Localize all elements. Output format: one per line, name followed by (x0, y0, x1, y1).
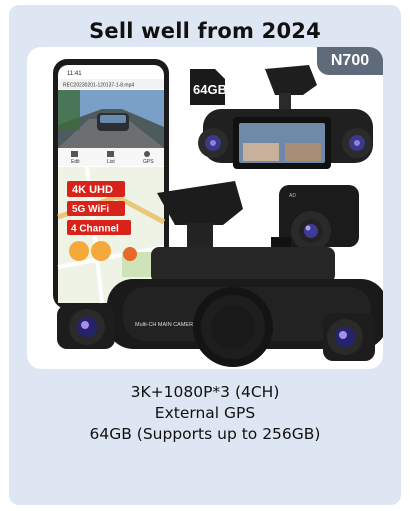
spec-gps: External GPS (154, 404, 256, 422)
product-card[interactable]: Sell well from 2024 11:41 REC20230201-12… (9, 5, 401, 505)
svg-text:4 Channel: 4 Channel (71, 224, 119, 235)
svg-text:5G WiFi: 5G WiFi (72, 204, 109, 215)
dashcam-illustration: 11:41 REC20230201-120137-1-8.mp4 Edit Li… (53, 59, 383, 367)
svg-text:4K UHD: 4K UHD (72, 184, 113, 196)
sd-card-icon: 64GB (190, 69, 227, 105)
svg-text:AD: AD (289, 193, 296, 199)
phone-status-time: 11:41 (67, 71, 82, 77)
feature-tag-channel: 4 Channel (67, 220, 131, 235)
rear-camera-illustration: AD (271, 185, 359, 251)
phone-tab-list: List (107, 159, 115, 165)
camera-label: Multi-CH MAIN CAMERA (135, 322, 197, 328)
phone-tab-edit: Edit (71, 159, 80, 165)
phone-tab-gps: GPS (143, 159, 154, 165)
spec-resolution: 3K+1080P*3 (4CH) (130, 383, 280, 401)
spec-list: 3K+1080P*3 (4CH) External GPS 64GB (Supp… (9, 382, 401, 445)
svg-text:64GB: 64GB (193, 82, 227, 97)
headline: Sell well from 2024 (89, 19, 321, 43)
spec-storage: 64GB (Supports up to 256GB) (89, 425, 321, 443)
product-image[interactable]: 11:41 REC20230201-120137-1-8.mp4 Edit Li… (27, 47, 383, 369)
phone-file-name: REC20230201-120137-1-8.mp4 (63, 83, 134, 89)
model-badge: N700 (317, 47, 383, 75)
feature-tag-wifi: 5G WiFi (67, 201, 125, 216)
feature-tag-4k: 4K UHD (67, 181, 125, 197)
